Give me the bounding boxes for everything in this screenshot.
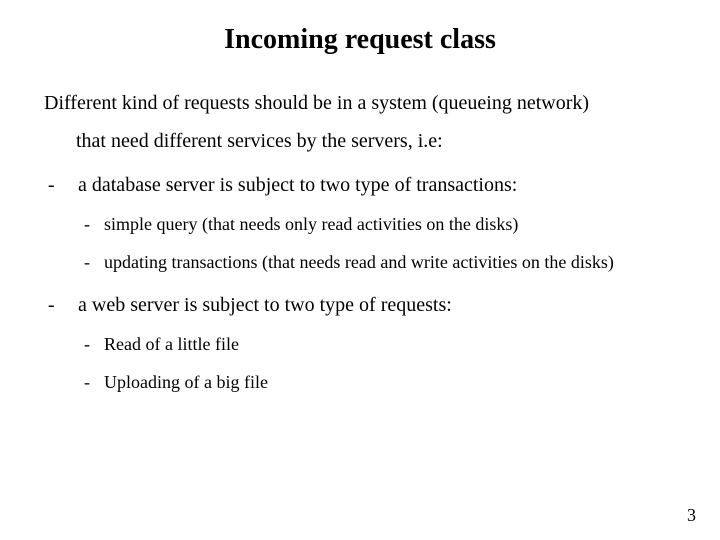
sub-list-item: updating transactions (that needs read a…	[78, 244, 676, 280]
list-item: a web server is subject to two type of r…	[44, 286, 676, 400]
intro-line-2: that need different services by the serv…	[44, 130, 443, 152]
sub-list: simple query (that needs only read activ…	[78, 206, 676, 280]
slide-title: Incoming request class	[0, 0, 720, 64]
list-item-text: a database server is subject to two type…	[78, 174, 517, 196]
intro-line-1: Different kind of requests should be in …	[44, 92, 589, 114]
page-number: 3	[687, 505, 696, 526]
bullet-list: a database server is subject to two type…	[44, 166, 676, 400]
sub-list-item-text: Uploading of a big file	[104, 372, 268, 392]
sub-list-item: Read of a little file	[78, 326, 676, 362]
list-item-text: a web server is subject to two type of r…	[78, 294, 452, 316]
sub-list: Read of a little file Uploading of a big…	[78, 326, 676, 400]
sub-list-item-text: updating transactions (that needs read a…	[104, 244, 676, 280]
sub-list-item-text: Read of a little file	[104, 334, 239, 354]
sub-list-item-text: simple query (that needs only read activ…	[104, 214, 518, 234]
sub-list-item: simple query (that needs only read activ…	[78, 206, 676, 242]
slide: Incoming request class Different kind of…	[0, 0, 720, 540]
list-item: a database server is subject to two type…	[44, 166, 676, 280]
slide-body: Different kind of requests should be in …	[0, 64, 720, 400]
intro-paragraph: Different kind of requests should be in …	[44, 84, 676, 160]
sub-list-item: Uploading of a big file	[78, 364, 676, 400]
